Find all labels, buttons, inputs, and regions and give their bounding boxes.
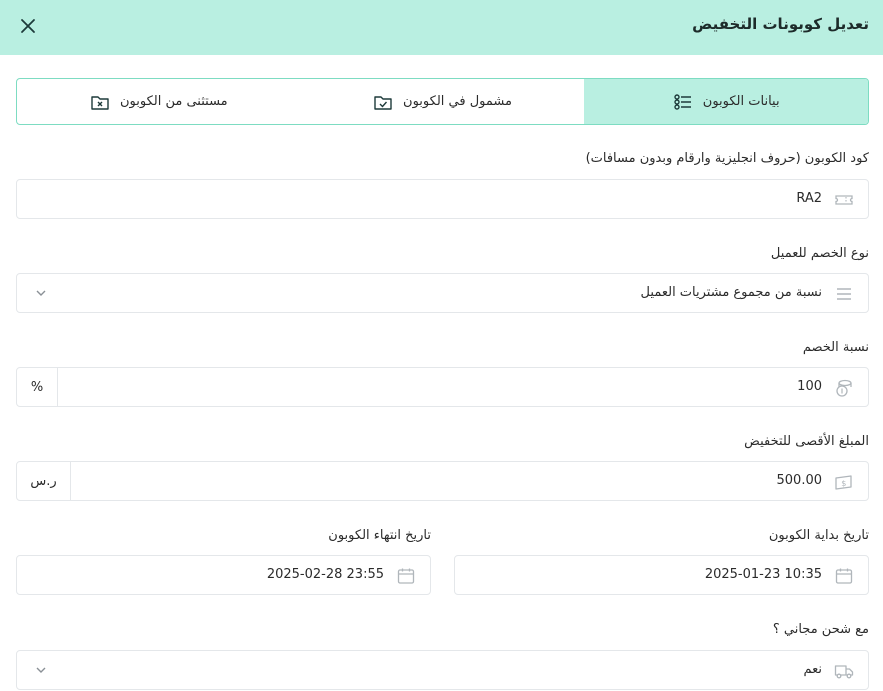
list-icon: [673, 92, 693, 112]
discount-type-value: نسبة من مجموع مشتريات العميل: [640, 285, 822, 300]
calendar-icon: [834, 566, 854, 586]
discount-rate-input[interactable]: 100 %: [16, 367, 869, 407]
tab-label: مستثنى من الكوبون: [120, 94, 228, 109]
max-amount-input[interactable]: $ 500.00 ر.س: [16, 461, 869, 501]
tab-included[interactable]: مشمول في الكوبون: [301, 79, 585, 124]
chevron-down-icon[interactable]: [35, 664, 47, 676]
start-date-value: 2025-01-23 10:35: [704, 567, 822, 582]
tab-coupon-data[interactable]: بيانات الكوبون: [584, 79, 868, 124]
max-amount-label: المبلغ الأقصى للتخفيض: [744, 434, 869, 449]
menu-icon: [834, 284, 854, 304]
coupon-code-value: RA2: [796, 191, 822, 206]
discount-rate-label: نسبة الخصم: [802, 340, 869, 355]
modal-header: تعديل كوبونات التخفيض: [0, 0, 883, 55]
max-amount-value: 500.00: [776, 473, 823, 488]
tab-excluded[interactable]: مستثنى من الكوبون: [17, 79, 301, 124]
discount-type-label: نوع الخصم للعميل: [770, 246, 869, 261]
modal-title: تعديل كوبونات التخفيض: [692, 15, 869, 33]
percent-suffix: %: [17, 368, 58, 406]
coupon-code-input[interactable]: RA2: [16, 179, 869, 219]
coupon-code-label: كود الكوبون (حروف انجليزية وارقام وبدون …: [585, 151, 869, 166]
money-icon: $: [834, 472, 854, 492]
chevron-down-icon[interactable]: [35, 287, 47, 299]
discount-type-select[interactable]: نسبة من مجموع مشتريات العميل: [16, 273, 869, 313]
end-date-label: تاريخ انتهاء الكوبون: [328, 528, 431, 543]
tab-label: مشمول في الكوبون: [403, 94, 512, 109]
folder-check-icon: [373, 92, 393, 112]
truck-icon: [834, 661, 854, 681]
free-shipping-label: مع شحن مجاني ؟: [772, 622, 869, 637]
free-shipping-select[interactable]: نعم: [16, 650, 869, 690]
end-date-input[interactable]: 2025-02-28 23:55: [16, 555, 431, 595]
free-shipping-value: نعم: [803, 662, 822, 677]
ticket-icon: [834, 190, 854, 210]
end-date-value: 2025-02-28 23:55: [266, 567, 384, 582]
discount-rate-value: 100: [797, 379, 822, 394]
currency-suffix: ر.س: [17, 462, 71, 500]
start-date-input[interactable]: 2025-01-23 10:35: [454, 555, 869, 595]
close-icon[interactable]: [18, 16, 38, 36]
tab-label: بيانات الكوبون: [702, 94, 780, 109]
tab-bar: بيانات الكوبون مشمول في الكوبون مستثنى م…: [16, 78, 869, 125]
calendar-icon: [396, 566, 416, 586]
start-date-label: تاريخ بداية الكوبون: [768, 528, 869, 543]
coins-icon: [834, 378, 854, 398]
folder-x-icon: [90, 92, 110, 112]
svg-text:$: $: [841, 479, 846, 488]
